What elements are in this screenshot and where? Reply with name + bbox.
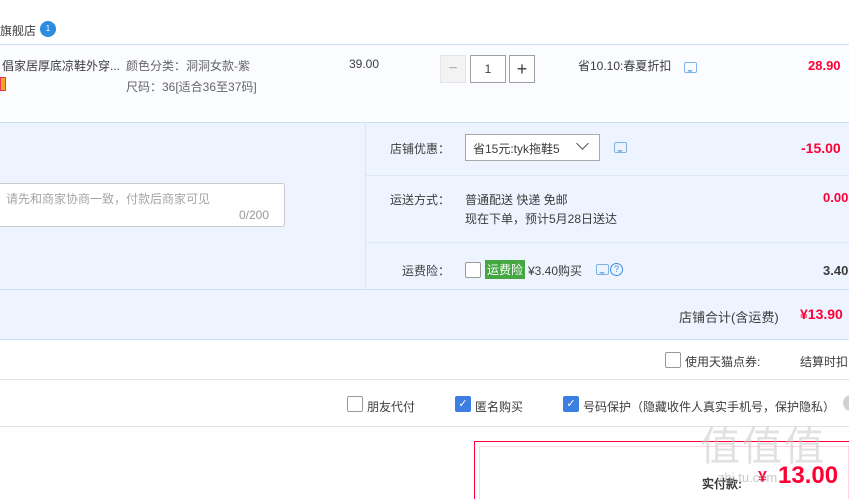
insurance-badge: 运费险 <box>485 260 526 279</box>
shipping-method: 普通配送 快递 免邮 <box>465 193 568 207</box>
shop-total-label: 店铺合计(含运费) <box>679 310 779 325</box>
friend-pay-checkbox[interactable] <box>347 396 363 412</box>
quantity-decrease-button[interactable]: − <box>440 55 466 83</box>
item-unit-price: 39.00 <box>349 57 380 71</box>
item-sku-color: 颜色分类：洞洞女款-紫 <box>126 59 250 73</box>
shop-total-value: ¥13.90 <box>800 306 843 322</box>
friend-pay-label[interactable]: 朋友代付 <box>367 398 415 415</box>
watermark-url: zhi.tu.com <box>718 470 778 485</box>
checkout-time-text: 结算时扣 <box>800 355 849 369</box>
quantity-input[interactable] <box>470 55 506 83</box>
buyer-message-placeholder: 请先和商家协商一致，付款后商家可见 <box>6 192 211 206</box>
shop-promo-amount: -15.00 <box>801 140 841 156</box>
anonymous-label[interactable]: 匿名购买 <box>475 398 523 415</box>
item-promo-text: 省10.10:春夏折扣 <box>578 59 672 73</box>
quantity-increase-button[interactable]: + <box>509 55 535 83</box>
shipping-eta: 现在下单，预计5月28日送达 <box>465 212 618 226</box>
shop-promo-info-icon[interactable] <box>614 142 627 153</box>
shop-name[interactable]: 旗舰店 <box>0 22 36 39</box>
ww-chat-icon[interactable]: 1 <box>40 21 56 37</box>
item-total-price: 28.90 <box>808 58 841 73</box>
item-badge-icon <box>0 77 6 91</box>
shop-promo-label: 店铺优惠： <box>390 142 451 156</box>
shipping-label: 运送方式： <box>390 193 451 207</box>
watermark-logo: 值值值 <box>700 424 826 470</box>
section-divider <box>0 379 849 380</box>
panel-divider <box>366 175 849 176</box>
anonymous-checkbox[interactable]: ✓ <box>455 396 471 412</box>
shipping-fee: 0.00 <box>823 190 849 205</box>
item-sku-size: 尺码：36[适合36至37码] <box>126 80 257 94</box>
phone-protect-label[interactable]: 号码保护（隐藏收件人真实手机号，保护隐私） <box>583 398 835 415</box>
shop-promo-selected: 省15元:tyk拖鞋5 <box>473 142 560 156</box>
insurance-checkbox[interactable] <box>465 262 481 278</box>
item-title-link[interactable]: 倡家居厚底凉鞋外穿... <box>2 57 120 74</box>
insurance-label: 运费险： <box>402 264 451 278</box>
more-options-icon[interactable] <box>843 395 849 411</box>
tmall-coupon-label: 使用天猫点券: <box>685 355 761 369</box>
insurance-price: ¥3.40购买 <box>528 264 583 278</box>
promo-info-icon[interactable] <box>684 62 697 73</box>
tmall-coupon-checkbox[interactable] <box>665 352 681 368</box>
insurance-info-icon[interactable] <box>596 264 609 275</box>
insurance-fee: 3.40 <box>823 263 849 278</box>
help-question-icon[interactable]: ? <box>610 263 623 276</box>
panel-divider <box>365 122 366 290</box>
buyer-message-counter: 0/200 <box>239 208 270 222</box>
phone-protect-checkbox[interactable]: ✓ <box>563 396 579 412</box>
panel-divider <box>366 242 849 243</box>
checkout-page: 旗舰店 1 倡家居厚底凉鞋外穿... 颜色分类：洞洞女款-紫 尺码：36[适合3… <box>0 0 849 499</box>
